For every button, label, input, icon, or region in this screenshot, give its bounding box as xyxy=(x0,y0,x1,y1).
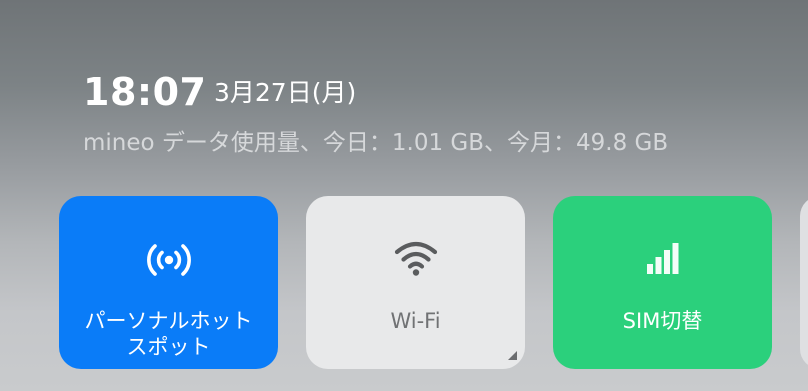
notification-shade: 18:07 3月27日(月) mineo データ使用量、今日：1.01 GB、今… xyxy=(0,0,808,391)
tile-sim-switch[interactable]: SIM切替 xyxy=(553,196,772,369)
tile-wifi[interactable]: Wi-Fi xyxy=(306,196,525,369)
tile-label-hotspot-line2: スポット xyxy=(126,335,211,359)
tile-label-wifi: Wi-Fi xyxy=(390,309,441,333)
signal-bars-icon xyxy=(643,240,683,280)
hotspot-icon xyxy=(146,240,192,284)
wifi-icon xyxy=(394,240,438,282)
date-label[interactable]: 3月27日(月) xyxy=(214,78,356,108)
tile-personal-hotspot[interactable]: パーソナルホット スポット xyxy=(59,196,278,369)
tile-next-partial[interactable] xyxy=(800,196,808,369)
tile-label-hotspot-line1: パーソナルホット xyxy=(84,309,253,333)
tile-label-sim: SIM切替 xyxy=(622,309,703,333)
tile-label-hotspot: パーソナルホット スポット xyxy=(59,308,278,360)
expand-corner-icon xyxy=(508,351,517,360)
clock-time: 18:07 xyxy=(83,70,207,114)
data-usage-text: mineo データ使用量、今日：1.01 GB、今月：49.8 GB xyxy=(83,130,669,156)
